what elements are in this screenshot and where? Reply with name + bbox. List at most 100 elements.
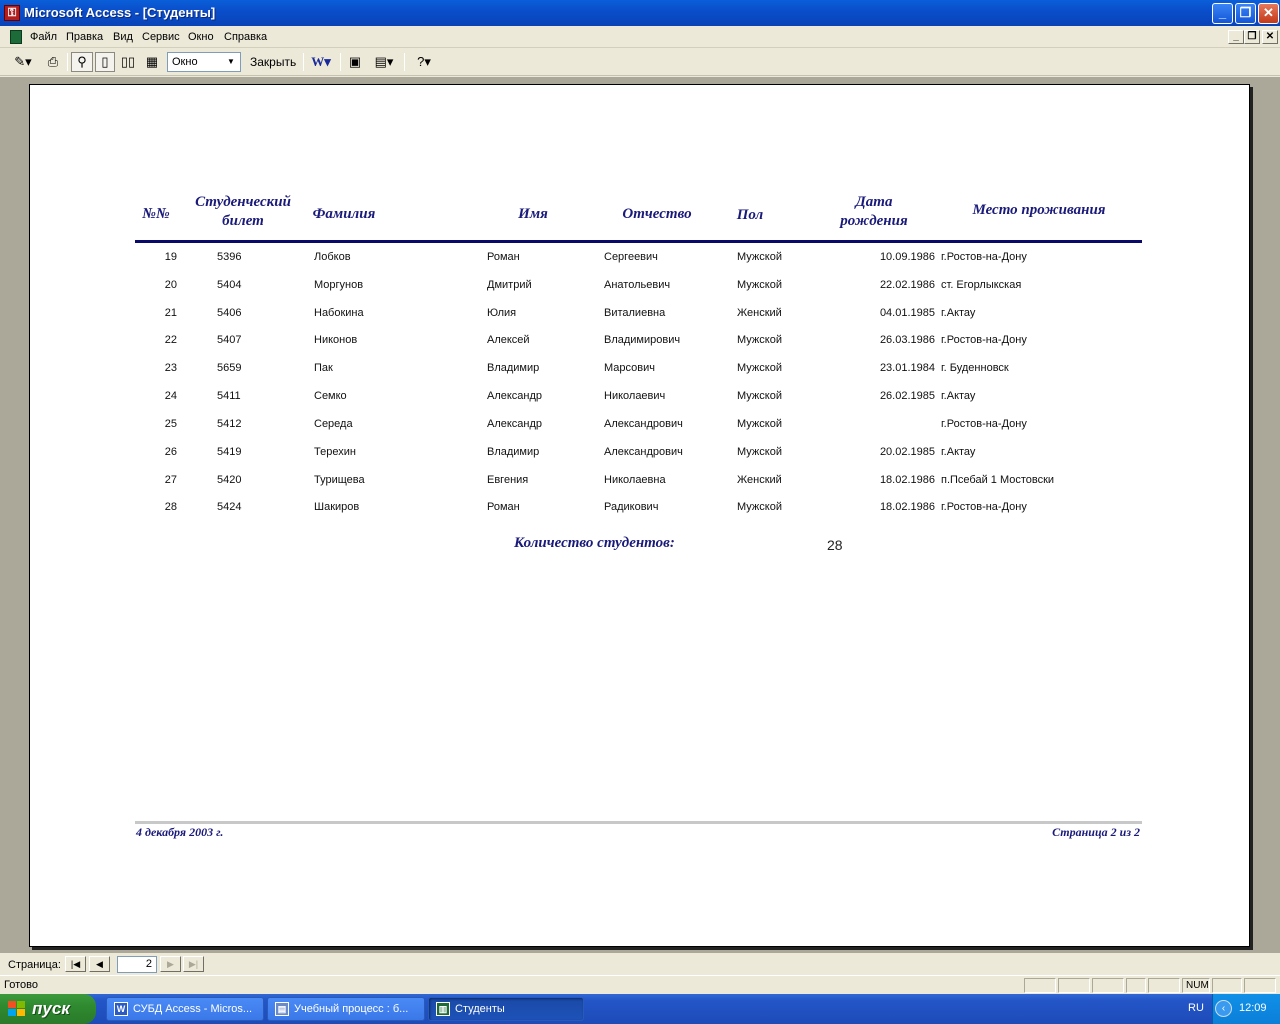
next-page-icon[interactable]: ▶: [160, 956, 181, 972]
status-panel: [1024, 978, 1056, 993]
help-icon[interactable]: ?▾: [408, 52, 440, 72]
row-surname: Шакиров: [314, 501, 360, 513]
minimize-button[interactable]: _: [1212, 3, 1233, 24]
taskbar-item-students[interactable]: ▥ Студенты: [428, 997, 584, 1021]
zoom-select-value: Окно: [172, 56, 198, 68]
menu-edit[interactable]: Правка: [66, 31, 103, 43]
two-pages-icon[interactable]: ▯▯: [117, 52, 139, 72]
footer-date: 4 декабря 2003 г.: [136, 825, 224, 839]
last-page-icon[interactable]: ▶|: [183, 956, 204, 972]
row-dob: 26.03.1986: [879, 334, 935, 346]
row-dob: 10.09.1986: [879, 251, 935, 263]
row-gender: Мужской: [737, 390, 782, 402]
row-residence: ст. Егорлыкская: [941, 279, 1022, 291]
zoom-icon[interactable]: ⚲: [71, 52, 93, 72]
close-button[interactable]: ✕: [1258, 3, 1279, 24]
row-ticket: 5412: [217, 418, 242, 430]
row-name: Владимир: [487, 362, 540, 374]
row-residence: г.Актау: [941, 307, 976, 319]
row-dob: 23.01.1984: [879, 362, 935, 374]
tray-expand-icon[interactable]: ‹: [1215, 1000, 1232, 1017]
restore-button[interactable]: ❐: [1235, 3, 1256, 24]
row-ticket: 5411: [217, 390, 241, 402]
taskbar-item-database[interactable]: ▤ Учебный процесс : б...: [267, 997, 425, 1021]
database-window-icon[interactable]: ▣: [344, 52, 366, 72]
prev-page-icon[interactable]: ◀: [89, 956, 110, 972]
report-doc-icon[interactable]: [10, 30, 22, 44]
row-gender: Мужской: [737, 251, 782, 263]
row-ticket: 5404: [217, 279, 242, 291]
row-name: Алексей: [487, 334, 530, 346]
chevron-down-icon: ▼: [227, 57, 235, 66]
taskbar-item-label: Студенты: [455, 1003, 505, 1015]
row-residence: г.Актау: [941, 446, 976, 458]
row-gender: Мужской: [737, 418, 782, 430]
view-icon[interactable]: ✎▾: [6, 52, 40, 72]
row-dob: 18.02.1986: [879, 501, 935, 513]
taskbar: пуск W СУБД Access - Micros... ▤ Учебный…: [0, 994, 1280, 1024]
multiple-pages-icon[interactable]: ▦: [141, 52, 163, 72]
first-page-icon[interactable]: |◀: [65, 956, 86, 972]
row-residence: г.Ростов-на-Дону: [941, 251, 1027, 263]
row-ticket: 5396: [217, 251, 242, 263]
page-number-input[interactable]: 2: [117, 956, 157, 973]
menu-view[interactable]: Вид: [113, 31, 133, 43]
taskbar-item-word[interactable]: W СУБД Access - Micros...: [106, 997, 264, 1021]
access-app-icon[interactable]: ⚿: [4, 5, 20, 21]
row-residence: г.Актау: [941, 390, 976, 402]
row-dob: 20.02.1985: [879, 446, 935, 458]
menu-window[interactable]: Окно: [188, 31, 214, 43]
toolbar-separator: [67, 53, 68, 71]
toolbar-separator: [340, 53, 341, 71]
row-name: Юлия: [487, 307, 517, 319]
row-ticket: 5419: [217, 446, 242, 458]
word-icon: W: [114, 1002, 128, 1016]
row-name: Дмитрий: [487, 279, 532, 291]
header-divider: [135, 240, 1142, 243]
doc-minimize-button[interactable]: _: [1228, 30, 1244, 44]
header-patronymic: Отчество: [622, 206, 692, 222]
menu-file[interactable]: Файл: [30, 31, 57, 43]
zoom-select[interactable]: Окно ▼: [167, 52, 241, 72]
language-indicator[interactable]: RU: [1188, 1002, 1204, 1014]
windows-logo-icon: [8, 1001, 25, 1016]
database-icon: ▤: [275, 1002, 289, 1016]
status-panel: [1244, 978, 1276, 993]
row-patronymic: Марсович: [604, 362, 655, 374]
row-patronymic: Александрович: [604, 446, 683, 458]
row-ticket: 5406: [217, 307, 242, 319]
row-surname: Середа: [314, 418, 353, 430]
doc-close-button[interactable]: ✕: [1262, 30, 1278, 44]
clock: 12:09: [1239, 1002, 1267, 1014]
title-bar: ⚿ Microsoft Access - [Студенты] _ ❐ ✕: [0, 0, 1280, 26]
status-panel: [1126, 978, 1146, 993]
start-button[interactable]: пуск: [0, 994, 96, 1024]
footer-page: Страница 2 из 2: [1052, 825, 1140, 839]
row-num: 22: [164, 334, 177, 346]
one-page-icon[interactable]: ▯: [95, 52, 115, 72]
row-surname: Турищева: [314, 474, 365, 486]
start-label: пуск: [32, 999, 70, 1018]
row-dob: 18.02.1986: [879, 474, 935, 486]
menu-help[interactable]: Справка: [224, 31, 267, 43]
row-ticket: 5420: [217, 474, 242, 486]
row-residence: п.Псебай 1 Мостовски: [941, 474, 1055, 486]
menu-bar: Файл Правка Вид Сервис Окно Справка _ ❐ …: [0, 26, 1280, 48]
row-name: Роман: [487, 501, 520, 513]
row-residence: г. Буденновск: [941, 362, 1009, 374]
office-links-icon[interactable]: W▾: [305, 52, 337, 72]
page-navigation-bar: Страница: |◀ ◀ 2 ▶ ▶|: [0, 953, 1280, 975]
header-name: Имя: [518, 206, 548, 222]
menu-tools[interactable]: Сервис: [142, 31, 180, 43]
row-patronymic: Николаевна: [604, 474, 666, 486]
doc-restore-button[interactable]: ❐: [1244, 30, 1260, 44]
new-object-icon[interactable]: ▤▾: [368, 52, 400, 72]
row-gender: Мужской: [737, 362, 782, 374]
footer-divider: [135, 821, 1142, 824]
row-num: 24: [164, 390, 177, 402]
taskbar-item-label: Учебный процесс : б...: [294, 1003, 409, 1015]
close-preview-button[interactable]: Закрыть: [246, 52, 300, 72]
row-dob: 26.02.1985: [879, 390, 935, 402]
print-icon[interactable]: ⎙: [42, 52, 64, 72]
status-panel: [1058, 978, 1090, 993]
